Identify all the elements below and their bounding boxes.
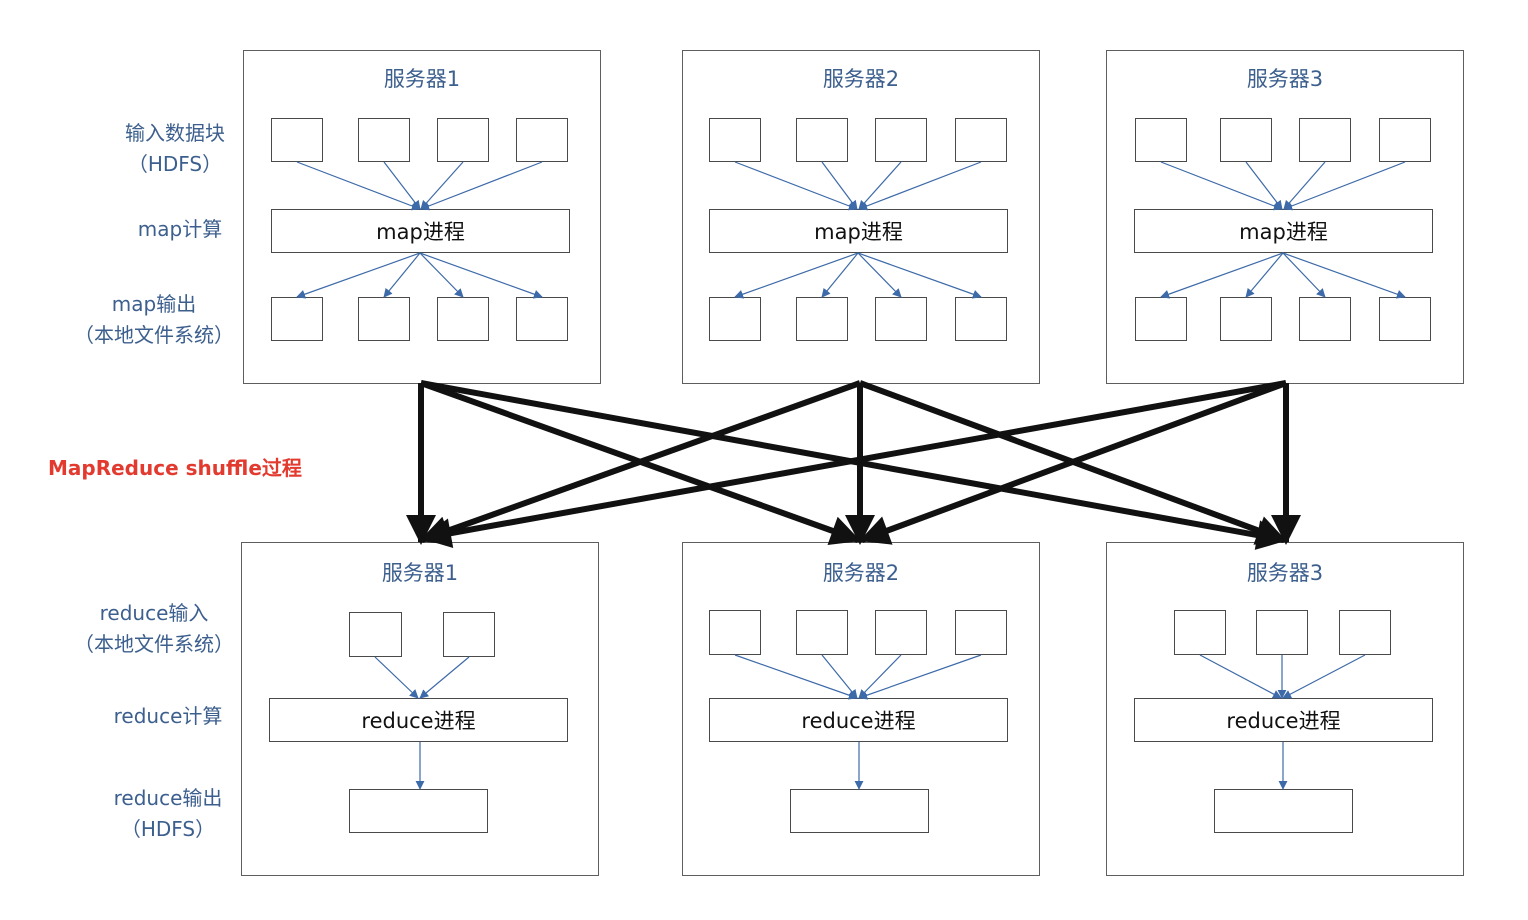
flow-arrow (1282, 654, 1366, 699)
flow-arrow (1199, 654, 1282, 699)
flow-arrow (734, 654, 858, 700)
flow-arrow (857, 252, 982, 299)
flow-arrow (419, 656, 470, 699)
flow-arrow (857, 252, 902, 298)
flow-arrow (734, 161, 858, 211)
flow-arrow (374, 656, 419, 699)
flow-arrow (858, 161, 982, 211)
flow-arrow (858, 654, 982, 700)
flow-arrow (858, 161, 902, 210)
flow-arrow (419, 252, 464, 298)
flow-arrow (420, 161, 464, 210)
flow-arrow (1283, 161, 1406, 211)
flow-arrow (1282, 252, 1406, 299)
flow-arrow (1282, 252, 1326, 298)
flow-arrow (419, 252, 543, 299)
flow-arrow (858, 654, 902, 699)
flow-arrow (420, 161, 543, 211)
flow-arrow (1283, 161, 1326, 210)
arrow-layer (296, 161, 1406, 790)
